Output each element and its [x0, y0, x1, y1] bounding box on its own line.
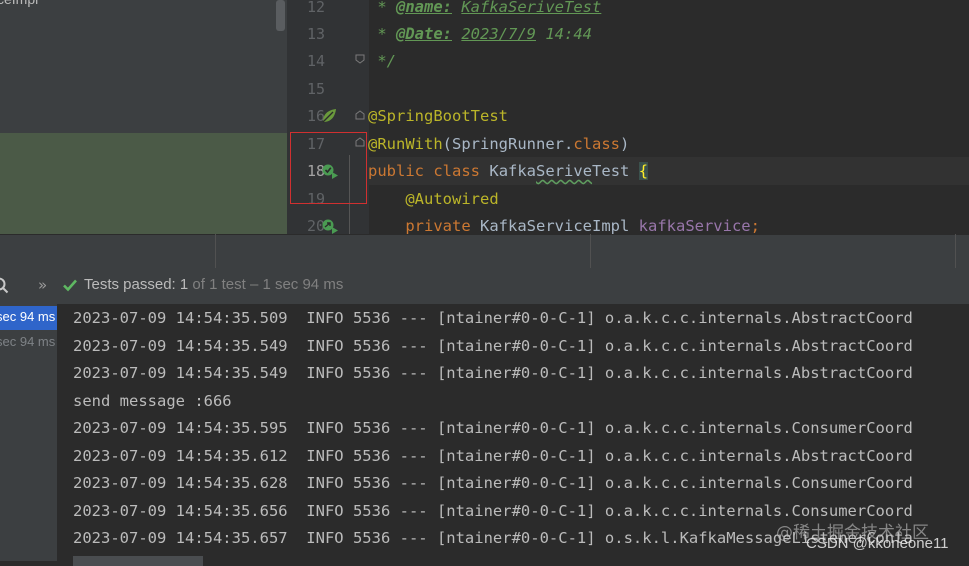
- search-icon[interactable]: [0, 277, 10, 295]
- code-line-14: */: [368, 52, 396, 70]
- panel-splitter[interactable]: [0, 234, 969, 269]
- code-line-17: @RunWith(SpringRunner.class): [368, 135, 630, 153]
- project-tree-scrollbar[interactable]: [276, 0, 285, 31]
- code-line-16: @SpringBootTest: [368, 107, 508, 125]
- line-number: 15: [306, 80, 325, 98]
- console-line: 2023-07-09 14:54:35.595 INFO 5536 --- [n…: [73, 419, 913, 437]
- console-line: 2023-07-09 14:54:35.549 INFO 5536 --- [n…: [73, 364, 913, 382]
- watermark: CSDN @kkoneone11: [806, 535, 949, 552]
- project-tree-highlight: [0, 133, 287, 234]
- console-line: 2023-07-09 14:54:35.612 INFO 5536 --- [n…: [73, 447, 913, 465]
- line-number: 14: [306, 52, 325, 70]
- code-line-19: @Autowired: [405, 190, 499, 208]
- splitter-divider: [215, 234, 216, 268]
- console-line: 2023-07-09 14:54:35.549 INFO 5536 --- [n…: [73, 337, 913, 355]
- code-line-12: * @name: KafkaSeriveTest: [368, 0, 602, 16]
- splitter-divider: [955, 234, 956, 268]
- line-number: 12: [306, 0, 325, 16]
- splitter-divider: [590, 234, 591, 268]
- console-selection: [73, 556, 203, 566]
- fold-marker-icon[interactable]: [355, 54, 365, 64]
- code-line-13: * @Date: 2023/7/9 14:44: [368, 25, 592, 43]
- console-line: send message :666: [73, 392, 232, 410]
- line-number: 13: [306, 25, 325, 43]
- highlight-box: [290, 132, 367, 204]
- code-line-18: public class KafkaSeriveTest {: [368, 162, 649, 180]
- test-result-duration[interactable]: sec 94 ms: [0, 309, 55, 324]
- expand-icon[interactable]: »: [38, 276, 47, 294]
- console-line: 2023-07-09 14:54:35.628 INFO 5536 --- [n…: [73, 474, 913, 492]
- test-status: Tests passed: 1 of 1 test – 1 sec 94 ms: [84, 276, 344, 293]
- spring-leaf-icon[interactable]: [320, 107, 338, 125]
- check-icon: [63, 279, 77, 292]
- console-line: 2023-07-09 14:54:35.509 INFO 5536 --- [n…: [73, 309, 913, 327]
- project-tree-item[interactable]: ceImpl: [0, 0, 38, 7]
- run-test-icon[interactable]: [321, 217, 339, 235]
- test-result-duration[interactable]: sec 94 ms: [0, 334, 55, 349]
- fold-marker-icon[interactable]: [355, 110, 365, 120]
